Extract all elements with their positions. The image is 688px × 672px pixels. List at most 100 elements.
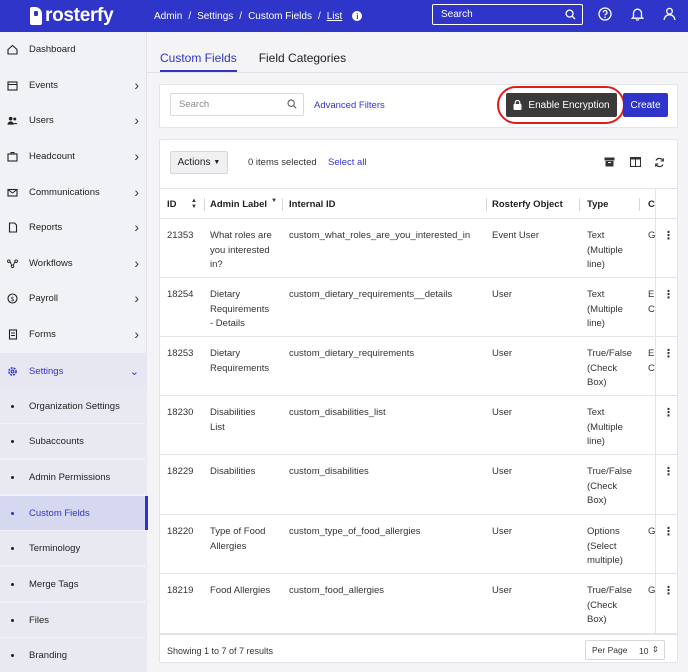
logo-text: rosterfy (45, 5, 114, 26)
bullet-icon (11, 618, 14, 622)
column-header-internal-id[interactable]: Internal ID (289, 199, 335, 210)
calendar-icon (7, 80, 18, 91)
row-menu-icon[interactable]: ⋮ (663, 288, 674, 301)
sidebar-item-label: Reports (29, 221, 63, 233)
cell-admin-label-line: Dietary (210, 289, 241, 300)
column-header-admin-label[interactable]: Admin Label (210, 199, 267, 210)
advanced-filters-link[interactable]: Advanced Filters (314, 100, 385, 111)
column-header-c[interactable]: C (648, 199, 655, 210)
enable-encryption-label: Enable Encryption (528, 99, 610, 111)
sidebar-item-headcount[interactable]: Headcount › (0, 139, 147, 173)
sidebar-subitem-files[interactable]: Files (0, 603, 147, 637)
sidebar-item-workflows[interactable]: Workflows › (0, 246, 147, 280)
sidebar-subitem-terminology[interactable]: Terminology (0, 531, 147, 565)
cell-type-line: Text (587, 407, 605, 418)
caret-down-icon: ▼ (213, 159, 221, 166)
sidebar-subitem-subaccounts[interactable]: Subaccounts (0, 424, 147, 458)
actions-dropdown[interactable]: Actions ▼ (170, 151, 228, 174)
sidebar-item-payroll[interactable]: $ Payroll › (0, 281, 147, 315)
column-header-id[interactable]: ID (167, 199, 177, 210)
tab-field-categories[interactable]: Field Categories (259, 44, 346, 72)
sidebar-item-communications[interactable]: Communications › (0, 175, 147, 209)
help-icon[interactable] (598, 7, 612, 21)
sidebar-subitem-merge-tags[interactable]: Merge Tags (0, 567, 147, 601)
search-icon[interactable] (565, 9, 576, 23)
cell-type: Text (Multiple line) (587, 406, 637, 450)
user-profile-icon[interactable] (662, 7, 676, 21)
cell-rosterfy-object: User (492, 289, 513, 300)
cell-admin-label: Food Allergies (210, 584, 282, 599)
cell-id: 18254 (167, 289, 194, 300)
sidebar-item-events[interactable]: Events › (0, 68, 147, 102)
columns-icon[interactable] (629, 156, 641, 168)
sort-icon[interactable]: ▲ ▼ (191, 198, 197, 210)
column-header-rosterfy-object[interactable]: Rosterfy Object (492, 199, 563, 210)
table-row[interactable]: 18220 Type of Food Allergies custom_type_of… (160, 515, 677, 574)
sidebar-subitem-organization-settings[interactable]: Organization Settings (0, 389, 147, 423)
row-menu-icon[interactable]: ⋮ (663, 229, 674, 242)
tab-bar: Custom Fields Field Categories (160, 44, 368, 72)
cell-internal-id: custom_dietary_requirements__details (289, 289, 453, 300)
cell-type-line: Box) (587, 614, 607, 625)
cell-rosterfy-object: User (492, 526, 513, 537)
sidebar-subitem-branding[interactable]: Branding (0, 638, 147, 672)
cell-admin-label-line: in? (210, 259, 223, 270)
cell-type-line: (Multiple (587, 421, 623, 433)
create-button[interactable]: Create (623, 93, 668, 117)
bell-icon[interactable] (630, 7, 644, 21)
table-row[interactable]: 21353 What roles are you interested in? cust… (160, 219, 677, 278)
list-search-input[interactable]: Search (170, 93, 304, 116)
breadcrumb-separator: / (317, 10, 321, 22)
sidebar-item-reports[interactable]: Reports › (0, 210, 147, 244)
cell-internal-id: custom_type_of_food_allergies (289, 526, 421, 537)
refresh-icon[interactable] (653, 156, 665, 168)
sidebar: Dashboard Events › Users › Headcount › C… (0, 32, 148, 672)
sidebar-item-settings[interactable]: Settings ⌄ (0, 353, 147, 389)
row-menu-icon[interactable]: ⋮ (663, 525, 674, 538)
cell-internal-id: custom_dietary_requirements (289, 348, 415, 359)
column-divider (639, 198, 640, 211)
chevron-down-icon[interactable]: ▼ (271, 198, 277, 204)
sidebar-subitem-custom-fields[interactable]: Custom Fields (0, 496, 148, 530)
archive-icon[interactable] (603, 156, 615, 168)
tab-custom-fields[interactable]: Custom Fields (160, 44, 237, 72)
sidebar-subitem-label: Organization Settings (29, 400, 120, 412)
sidebar-item-users[interactable]: Users › (0, 103, 147, 137)
sidebar-item-label: Payroll (29, 292, 59, 304)
cell-type-line: Box) (587, 495, 607, 506)
sidebar-subitem-label: Subaccounts (29, 435, 84, 447)
row-menu-icon[interactable]: ⋮ (663, 406, 674, 419)
breadcrumb-list[interactable]: List (327, 11, 343, 22)
sidebar-item-dashboard[interactable]: Dashboard (0, 32, 147, 66)
svg-text:$: $ (10, 295, 14, 303)
info-icon[interactable]: i (352, 11, 363, 21)
breadcrumb-settings[interactable]: Settings (197, 11, 233, 22)
table-row[interactable]: 18229 Disabilities custom_disabilities User… (160, 455, 677, 515)
row-menu-icon[interactable]: ⋮ (663, 347, 674, 360)
row-menu-icon[interactable]: ⋮ (663, 584, 674, 597)
table-row[interactable]: 18219 Food Allergies custom_food_allergies… (160, 574, 677, 634)
select-all-link[interactable]: Select all (328, 157, 367, 168)
table-footer: Showing 1 to 7 of 7 results Per Page 10 … (160, 634, 677, 662)
table-row[interactable]: 18230 Disabilities List custom_disabilities… (160, 396, 677, 455)
breadcrumb-custom-fields[interactable]: Custom Fields (248, 11, 312, 22)
enable-encryption-button[interactable]: Enable Encryption (506, 93, 617, 117)
cell-type: Text (Multiple line) (587, 288, 637, 332)
search-icon[interactable] (287, 99, 297, 112)
list-search-placeholder: Search (179, 99, 210, 110)
cell-type-line: (Select (587, 540, 617, 552)
table-row[interactable]: 18253 Dietary Requirements custom_dietary_r… (160, 337, 677, 396)
column-header-type[interactable]: Type (587, 199, 608, 210)
chevron-down-icon: ⌄ (129, 365, 139, 378)
per-page-select[interactable]: Per Page 10 ⇕ (585, 640, 665, 660)
cell-type-line: Text (587, 230, 605, 241)
table-row[interactable]: 18254 Dietary Requirements - Details custom_… (160, 278, 677, 337)
row-menu-icon[interactable]: ⋮ (663, 465, 674, 478)
sidebar-item-label: Headcount (29, 150, 75, 162)
sidebar-item-forms[interactable]: Forms › (0, 317, 147, 351)
sidebar-subitem-admin-permissions[interactable]: Admin Permissions (0, 460, 147, 494)
global-search-input[interactable]: Search (432, 4, 583, 25)
logo[interactable]: rosterfy (30, 5, 154, 27)
sidebar-item-label: Users (29, 114, 54, 126)
breadcrumb-admin[interactable]: Admin (154, 11, 182, 22)
